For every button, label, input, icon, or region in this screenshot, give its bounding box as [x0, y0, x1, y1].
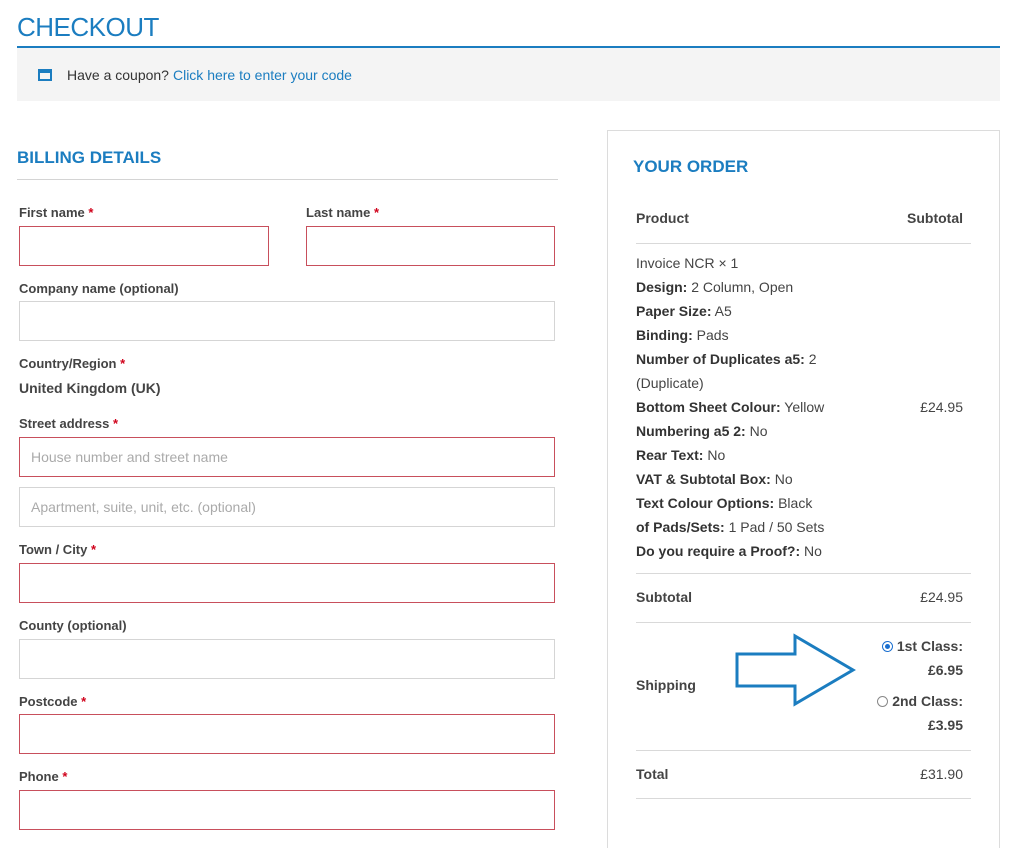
order-item: Invoice NCR × 1 Design: 2 Column, Open Pa… — [636, 251, 971, 563]
radio-unselected[interactable] — [877, 696, 889, 707]
divider — [636, 243, 971, 244]
item-meta-line: Design: 2 Column, Open — [636, 279, 794, 295]
item-meta-line: of Pads/Sets: 1 Pad / 50 Sets — [636, 519, 825, 535]
city-field[interactable] — [19, 563, 555, 603]
divider — [636, 750, 971, 751]
total-value: £31.90 — [920, 766, 963, 782]
company-label: Company name (optional) — [19, 281, 179, 296]
item-meta-list: Design: 2 Column, Open Paper Size: A5 Bind… — [636, 275, 971, 563]
item-meta-line: (Duplicate) — [636, 375, 704, 391]
item-meta-line: Number of Duplicates a5: 2 — [636, 351, 817, 367]
first-name-field[interactable] — [19, 226, 269, 266]
country-label: Country/Region * — [19, 356, 126, 371]
county-field[interactable] — [19, 639, 555, 679]
item-meta-line: Do you require a Proof?: No — [636, 543, 822, 559]
divider — [636, 573, 971, 574]
phone-field[interactable] — [19, 790, 555, 830]
item-meta-line: Numbering a5 2: No — [636, 423, 768, 439]
postcode-field[interactable] — [19, 714, 555, 754]
apartment-input[interactable]: Apartment, suite, unit, etc. (optional) — [19, 487, 555, 527]
item-meta-line: VAT & Subtotal Box: No — [636, 471, 793, 487]
divider — [636, 622, 971, 623]
page-title: CHECKOUT — [17, 12, 159, 42]
radio-selected[interactable] — [881, 641, 893, 652]
subtotal-column-header: Subtotal — [907, 210, 963, 226]
window-icon — [38, 68, 52, 81]
street-label: Street address * — [19, 416, 119, 431]
county-label: County (optional) — [19, 618, 127, 633]
total-row: Total £31.90 — [636, 766, 971, 782]
coupon-notice: Have a coupon? Click here to enter your … — [17, 48, 1000, 101]
item-meta-line: Binding: Pads — [636, 327, 729, 343]
last-name-label: Last name * — [306, 205, 379, 220]
item-meta-line: Text Colour Options: Black — [636, 495, 813, 511]
order-table-header: Product Subtotal — [636, 210, 971, 226]
first-name-label: First name * — [19, 205, 94, 220]
street-address-input[interactable]: House number and street name — [19, 437, 555, 477]
phone-label: Phone * — [19, 769, 68, 784]
coupon-prompt: Have a coupon? — [67, 66, 169, 83]
order-title: YOUR ORDER — [633, 157, 749, 176]
item-name: Invoice NCR × 1 — [636, 255, 739, 271]
item-meta-line: Rear Text: No — [636, 447, 726, 463]
item-meta-line: Paper Size: A5 — [636, 303, 732, 319]
product-column-header: Product — [636, 210, 689, 226]
country-value: United Kingdom (UK) — [19, 380, 161, 396]
postcode-label: Postcode * — [19, 694, 87, 709]
last-name-field[interactable] — [306, 226, 555, 266]
subtotal-value: £24.95 — [920, 589, 963, 605]
subtotal-row: Subtotal £24.95 — [636, 589, 971, 605]
billing-title: BILLING DETAILS — [17, 143, 558, 180]
right-arrow-annotation — [735, 633, 856, 707]
city-label: Town / City * — [19, 542, 97, 557]
company-field[interactable] — [19, 301, 555, 341]
shipping-option-1st-class[interactable]: 1st Class: £6.95 — [880, 638, 963, 678]
item-price: £24.95 — [920, 399, 963, 415]
total-label: Total — [636, 766, 669, 782]
billing-section: BILLING DETAILS — [17, 143, 558, 180]
divider — [636, 798, 971, 799]
subtotal-label: Subtotal — [636, 589, 692, 605]
shipping-option-2nd-class[interactable]: 2nd Class: £3.95 — [870, 693, 963, 733]
coupon-link[interactable]: Click here to enter your code — [173, 67, 352, 83]
